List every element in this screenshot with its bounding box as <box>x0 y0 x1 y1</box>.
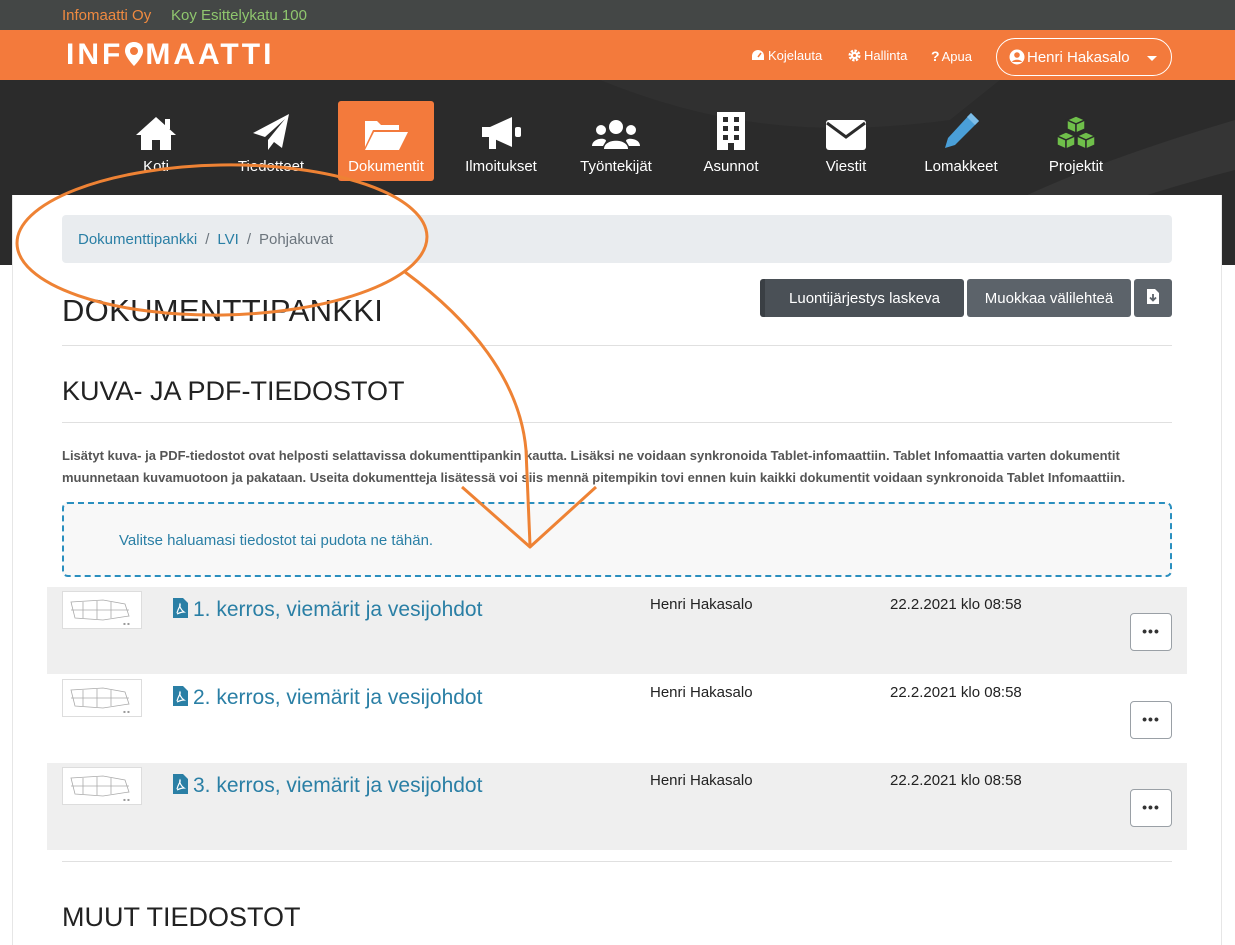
file-date: 22.2.2021 klo 08:58 <box>890 684 1022 701</box>
more-options-button[interactable]: ••• <box>1130 701 1172 739</box>
section-title-other-files: MUUT TIEDOSTOT <box>62 902 301 932</box>
nav-tyontekijat[interactable]: Työntekijät <box>568 101 664 181</box>
megaphone-icon <box>482 117 521 149</box>
more-options-button[interactable]: ••• <box>1130 789 1172 827</box>
infomaatti-logo[interactable]: INF MAATTI <box>66 38 274 72</box>
floorplan-thumbnail-image: ▪ ▪ <box>70 599 130 626</box>
file-pdf-icon <box>173 774 188 794</box>
logo-pin-icon <box>125 42 144 66</box>
nav-tiedotteet[interactable]: Tiedotteet <box>223 101 319 181</box>
hallinta-link[interactable]: Hallinta <box>848 48 907 63</box>
divider <box>62 861 1172 862</box>
file-name-link[interactable]: 1. kerros, viemärit ja vesijohdot <box>172 597 482 622</box>
chevron-down-icon <box>1147 56 1157 61</box>
paper-plane-icon <box>253 114 289 150</box>
divider <box>62 345 1172 346</box>
page-title: DOKUMENTTIPANKKI <box>62 293 384 328</box>
dashboard-icon <box>752 50 764 60</box>
edit-tab-button[interactable]: Muokkaa välilehteä <box>967 279 1131 317</box>
nav-ilmoitukset[interactable]: Ilmoitukset <box>453 101 549 181</box>
users-icon <box>592 120 640 149</box>
download-icon <box>1147 289 1159 304</box>
file-date: 22.2.2021 klo 08:58 <box>890 596 1022 613</box>
file-row: ▪ ▪ 3. kerros, viemärit ja vesijohdot He… <box>47 763 1187 850</box>
sort-order-button[interactable]: Luontijärjestys laskeva <box>760 279 964 317</box>
breadcrumb-lvi[interactable]: LVI <box>217 231 238 248</box>
question-icon: ? <box>931 48 940 64</box>
nav-projektit[interactable]: Projektit <box>1028 101 1124 181</box>
file-dropzone[interactable]: Valitse haluamasi tiedostot tai pudota n… <box>62 502 1172 577</box>
cubes-icon <box>1055 115 1097 151</box>
nav-lomakkeet[interactable]: Lomakkeet <box>913 101 1009 181</box>
section-title-images: KUVA- JA PDF-TIEDOSTOT <box>62 376 405 406</box>
user-menu-button[interactable]: Henri Hakasalo <box>996 38 1172 76</box>
file-thumbnail[interactable]: ▪ ▪ <box>62 591 142 629</box>
more-options-button[interactable]: ••• <box>1130 613 1172 651</box>
breadcrumb-dokumenttipankki[interactable]: Dokumenttipankki <box>78 231 197 248</box>
svg-text:▪ ▪: ▪ ▪ <box>123 709 130 714</box>
app-header: INF MAATTI Kojelauta Hallinta ? Apua Henri… <box>0 30 1235 80</box>
file-row: ▪ ▪ 1. kerros, viemärit ja vesijohdot He… <box>47 587 1187 674</box>
file-date: 22.2.2021 klo 08:58 <box>890 772 1022 789</box>
file-name-link[interactable]: 3. kerros, viemärit ja vesijohdot <box>172 773 482 798</box>
breadcrumb: Dokumenttipankki / LVI / Pohjakuvat <box>62 215 1172 263</box>
nav-dokumentit[interactable]: Dokumentit <box>338 101 434 181</box>
home-icon <box>136 117 176 150</box>
file-pdf-icon <box>173 686 188 706</box>
user-circle-icon <box>1009 49 1025 65</box>
building-name[interactable]: Koy Esittelykatu 100 <box>171 7 307 24</box>
nav-viestit[interactable]: Viestit <box>798 101 894 181</box>
apua-link[interactable]: ? Apua <box>931 48 972 64</box>
pencil-icon <box>945 113 979 148</box>
gear-icon <box>848 49 861 62</box>
kojelauta-link[interactable]: Kojelauta <box>751 48 822 63</box>
file-thumbnail[interactable]: ▪ ▪ <box>62 679 142 717</box>
svg-text:▪ ▪: ▪ ▪ <box>123 621 130 626</box>
file-owner: Henri Hakasalo <box>650 596 753 613</box>
floorplan-thumbnail-image: ▪ ▪ <box>70 775 130 802</box>
file-row: ▪ ▪ 2. kerros, viemärit ja vesijohdot He… <box>47 675 1187 762</box>
svg-text:▪ ▪: ▪ ▪ <box>123 797 130 802</box>
download-button[interactable] <box>1134 279 1172 317</box>
file-thumbnail[interactable]: ▪ ▪ <box>62 767 142 805</box>
envelope-icon <box>826 120 866 150</box>
building-icon <box>717 112 745 150</box>
breadcrumb-current: Pohjakuvat <box>258 231 334 248</box>
folder-open-icon <box>365 121 408 150</box>
floorplan-thumbnail-image: ▪ ▪ <box>70 687 130 714</box>
nav-koti[interactable]: Koti <box>108 101 204 181</box>
nav-asunnot[interactable]: Asunnot <box>683 101 779 181</box>
file-pdf-icon <box>173 598 188 618</box>
file-owner: Henri Hakasalo <box>650 684 753 701</box>
section-description: Lisätyt kuva- ja PDF-tiedostot ovat help… <box>62 448 1126 485</box>
file-owner: Henri Hakasalo <box>650 772 753 789</box>
company-name[interactable]: Infomaatti Oy <box>62 7 151 24</box>
dropzone-text: Valitse haluamasi tiedostot tai pudota n… <box>119 532 434 549</box>
divider <box>62 422 1172 423</box>
file-name-link[interactable]: 2. kerros, viemärit ja vesijohdot <box>172 685 482 710</box>
top-strip: Infomaatti Oy Koy Esittelykatu 100 <box>0 0 1235 30</box>
